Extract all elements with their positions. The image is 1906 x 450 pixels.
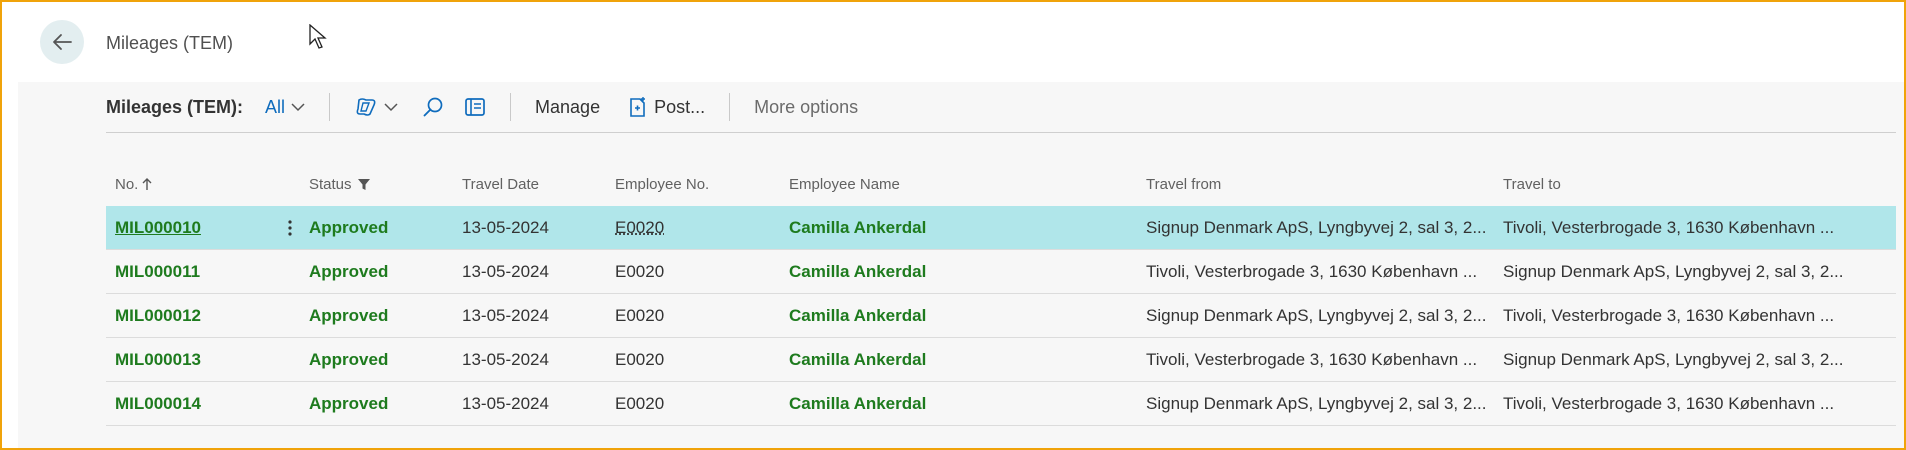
mileage-no-link[interactable]: MIL000014 (106, 394, 309, 414)
status-value: Approved (309, 349, 389, 369)
travel-date-value: 13-05-2024 (462, 261, 549, 281)
travel-date-value: 13-05-2024 (462, 305, 549, 325)
travel-from-value: Tivoli, Vesterbrogade 3, 1630 København … (1146, 261, 1478, 281)
table-row[interactable]: MIL000013 Approved 13-05-2024 E0020 Cami… (106, 338, 1896, 382)
employee-name-value: Camilla Ankerdal (789, 261, 927, 281)
employee-no-value: E0020 (615, 393, 665, 413)
list-label: Mileages (TEM): (106, 96, 244, 117)
mileages-table: No. Status Travel Date Employee No. Empl… (106, 162, 1896, 426)
chevron-down-icon (384, 103, 398, 112)
search-icon (423, 97, 443, 117)
status-value: Approved (309, 393, 389, 413)
manage-button[interactable]: Manage (535, 97, 600, 118)
travel-to-value: Tivoli, Vesterbrogade 3, 1630 København … (1503, 393, 1835, 413)
travel-from-value: Signup Denmark ApS, Lyngbyvej 2, sal 3, … (1146, 217, 1487, 237)
travel-from-value: Signup Denmark ApS, Lyngbyvej 2, sal 3, … (1146, 393, 1487, 413)
mouse-cursor-icon (309, 24, 327, 49)
employee-no-value: E0020 (615, 305, 665, 325)
copilot-button[interactable] (354, 97, 398, 117)
table-row[interactable]: MIL000011 Approved 13-05-2024 E0020 Cami… (106, 250, 1896, 294)
action-bar: Mileages (TEM): All Manage Post... More … (106, 82, 1896, 133)
travel-date-value: 13-05-2024 (462, 393, 549, 413)
divider (329, 93, 331, 121)
arrow-left-icon (53, 34, 72, 50)
status-value: Approved (309, 217, 389, 237)
employee-no-value: E0020 (615, 261, 665, 281)
travel-from-value: Tivoli, Vesterbrogade 3, 1630 København … (1146, 349, 1478, 369)
mileage-no-link[interactable]: MIL000013 (106, 350, 309, 370)
row-menu-button[interactable] (280, 206, 300, 249)
back-button[interactable] (40, 20, 84, 64)
page-title: Mileages (TEM) (106, 33, 234, 53)
funnel-icon (357, 178, 370, 190)
mileage-no-link[interactable]: MIL000010 (106, 218, 309, 238)
travel-to-value: Signup Denmark ApS, Lyngbyvej 2, sal 3, … (1503, 349, 1844, 369)
post-label: Post... (654, 96, 706, 117)
employee-no-value[interactable]: E0020 (615, 218, 789, 238)
column-header-no[interactable]: No. (106, 176, 309, 193)
column-label: Status (309, 175, 352, 193)
employee-name-value: Camilla Ankerdal (789, 349, 927, 369)
more-options-button[interactable]: More options (754, 97, 858, 118)
filter-pane-icon (465, 98, 485, 116)
employee-name-value: Camilla Ankerdal (789, 305, 927, 325)
employee-name-value: Camilla Ankerdal (789, 393, 927, 413)
column-header-status[interactable]: Status (309, 176, 462, 193)
view-label: All (265, 96, 286, 117)
chevron-down-icon (291, 103, 305, 112)
travel-date-value: 13-05-2024 (462, 349, 549, 369)
column-header-travel-to[interactable]: Travel to (1503, 176, 1896, 193)
view-selector[interactable]: All (265, 97, 305, 118)
status-value: Approved (309, 305, 389, 325)
post-document-icon (630, 97, 646, 117)
table-row[interactable]: MIL000012 Approved 13-05-2024 E0020 Cami… (106, 294, 1896, 338)
copilot-icon (356, 98, 376, 116)
travel-to-value: Tivoli, Vesterbrogade 3, 1630 København … (1503, 305, 1835, 325)
table-row[interactable]: MIL000014 Approved 13-05-2024 E0020 Cami… (106, 382, 1896, 426)
arrow-up-icon (142, 178, 152, 190)
divider (510, 93, 512, 121)
travel-date-value: 13-05-2024 (462, 217, 549, 237)
mileage-no-link[interactable]: MIL000012 (106, 306, 309, 326)
search-button[interactable] (422, 96, 444, 118)
column-header-employee-no[interactable]: Employee No. (615, 176, 789, 193)
travel-from-value: Signup Denmark ApS, Lyngbyvej 2, sal 3, … (1146, 305, 1487, 325)
status-value: Approved (309, 261, 389, 281)
column-header-travel-date[interactable]: Travel Date (462, 176, 615, 193)
vertical-ellipsis-icon (288, 219, 292, 236)
filter-pane-button[interactable] (464, 96, 486, 118)
post-button[interactable]: Post... (628, 96, 705, 118)
column-header-travel-from[interactable]: Travel from (1146, 176, 1503, 193)
travel-to-value: Signup Denmark ApS, Lyngbyvej 2, sal 3, … (1503, 261, 1844, 281)
employee-name-value: Camilla Ankerdal (789, 217, 927, 237)
table-header: No. Status Travel Date Employee No. Empl… (106, 162, 1896, 206)
table-row[interactable]: MIL000010 Approved 13-05-2024 E0020 Cami… (106, 206, 1896, 250)
column-header-employee-name[interactable]: Employee Name (789, 176, 1146, 193)
employee-no-value: E0020 (615, 349, 665, 369)
mileage-no-link[interactable]: MIL000011 (106, 262, 309, 282)
travel-to-value: Tivoli, Vesterbrogade 3, 1630 København … (1503, 217, 1835, 237)
divider (729, 93, 731, 121)
column-label: No. (115, 175, 139, 193)
